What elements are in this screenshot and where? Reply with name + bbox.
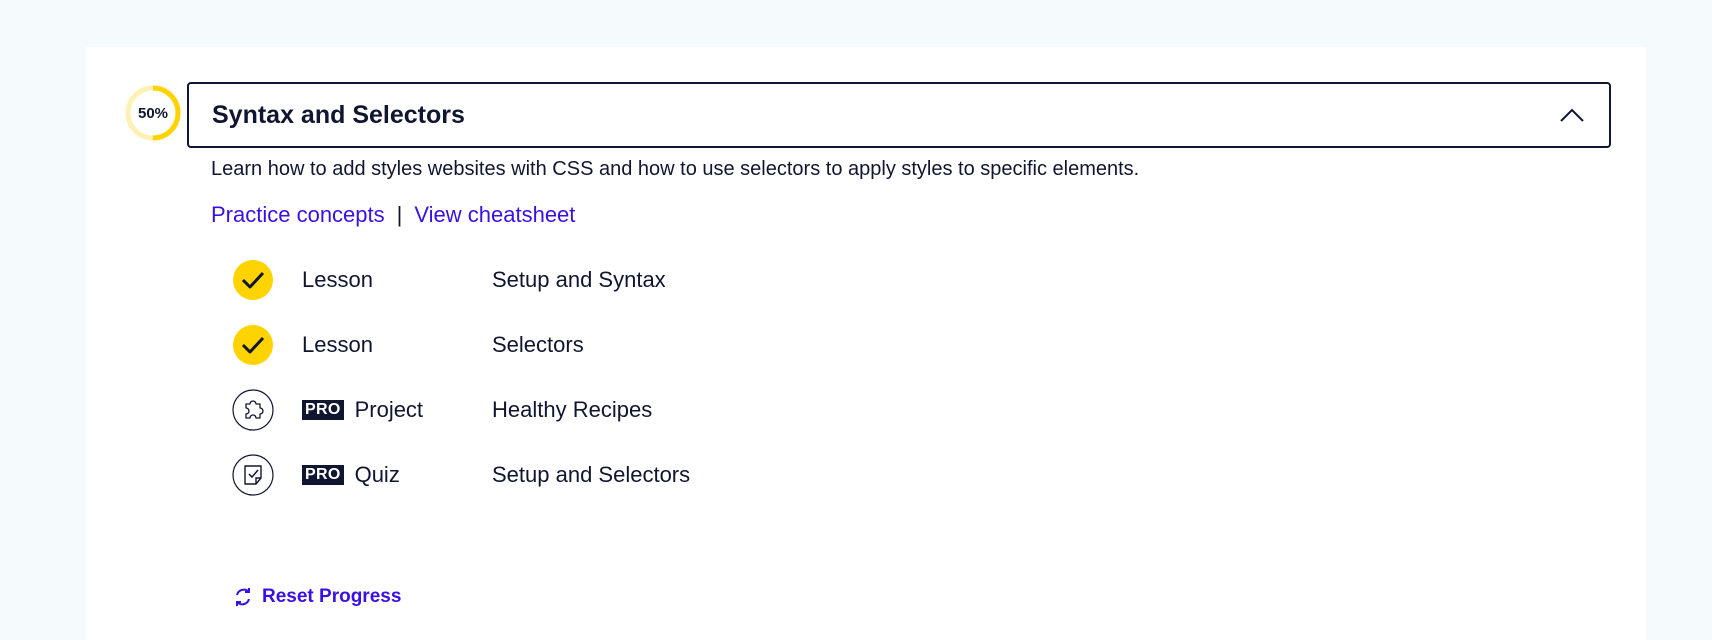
item-name: Setup and Selectors xyxy=(492,462,691,487)
item-type-label: Lesson xyxy=(302,332,373,357)
view-cheatsheet-link[interactable]: View cheatsheet xyxy=(414,202,575,228)
link-separator: | xyxy=(396,202,403,227)
item-type: Lesson xyxy=(302,258,373,302)
pro-badge: PRO xyxy=(302,400,344,420)
chevron-up-icon[interactable] xyxy=(1559,107,1585,123)
reset-progress-label: Reset Progress xyxy=(262,586,402,607)
item-name: Selectors xyxy=(492,332,584,357)
item-name: Healthy Recipes xyxy=(492,397,653,422)
puzzle-icon xyxy=(232,389,274,431)
list-item-setup-and-selectors-quiz[interactable]: PRO Quiz Setup and Selectors xyxy=(232,453,752,497)
module-description: Learn how to add styles websites with CS… xyxy=(211,158,1140,180)
check-icon xyxy=(232,259,274,301)
quiz-note-icon xyxy=(232,454,274,496)
module-title: Syntax and Selectors xyxy=(212,100,465,129)
practice-concepts-link[interactable]: Practice concepts xyxy=(211,202,385,228)
pro-badge: PRO xyxy=(302,465,344,485)
item-type: PRO Quiz xyxy=(302,453,400,497)
progress-ring: 50% xyxy=(124,84,182,142)
progress-percent: 50% xyxy=(137,104,169,122)
list-item-selectors[interactable]: Lesson Selectors xyxy=(232,323,752,367)
module-header-toggle[interactable]: Syntax and Selectors xyxy=(187,82,1611,148)
item-type-label: Lesson xyxy=(302,267,373,292)
refresh-icon xyxy=(236,588,250,606)
item-type-label: Project xyxy=(354,397,424,422)
list-item-healthy-recipes[interactable]: PRO Project Healthy Recipes xyxy=(232,388,752,432)
check-icon xyxy=(232,324,274,366)
item-type: PRO Project xyxy=(302,388,423,432)
item-type-label: Quiz xyxy=(354,462,400,487)
item-name: Setup and Syntax xyxy=(492,267,666,292)
list-item-setup-and-syntax[interactable]: Lesson Setup and Syntax xyxy=(232,258,752,302)
reset-progress-button[interactable]: Reset Progress xyxy=(232,586,401,608)
item-type: Lesson xyxy=(302,323,373,367)
module-links: Practice concepts | View cheatsheet xyxy=(211,202,575,228)
